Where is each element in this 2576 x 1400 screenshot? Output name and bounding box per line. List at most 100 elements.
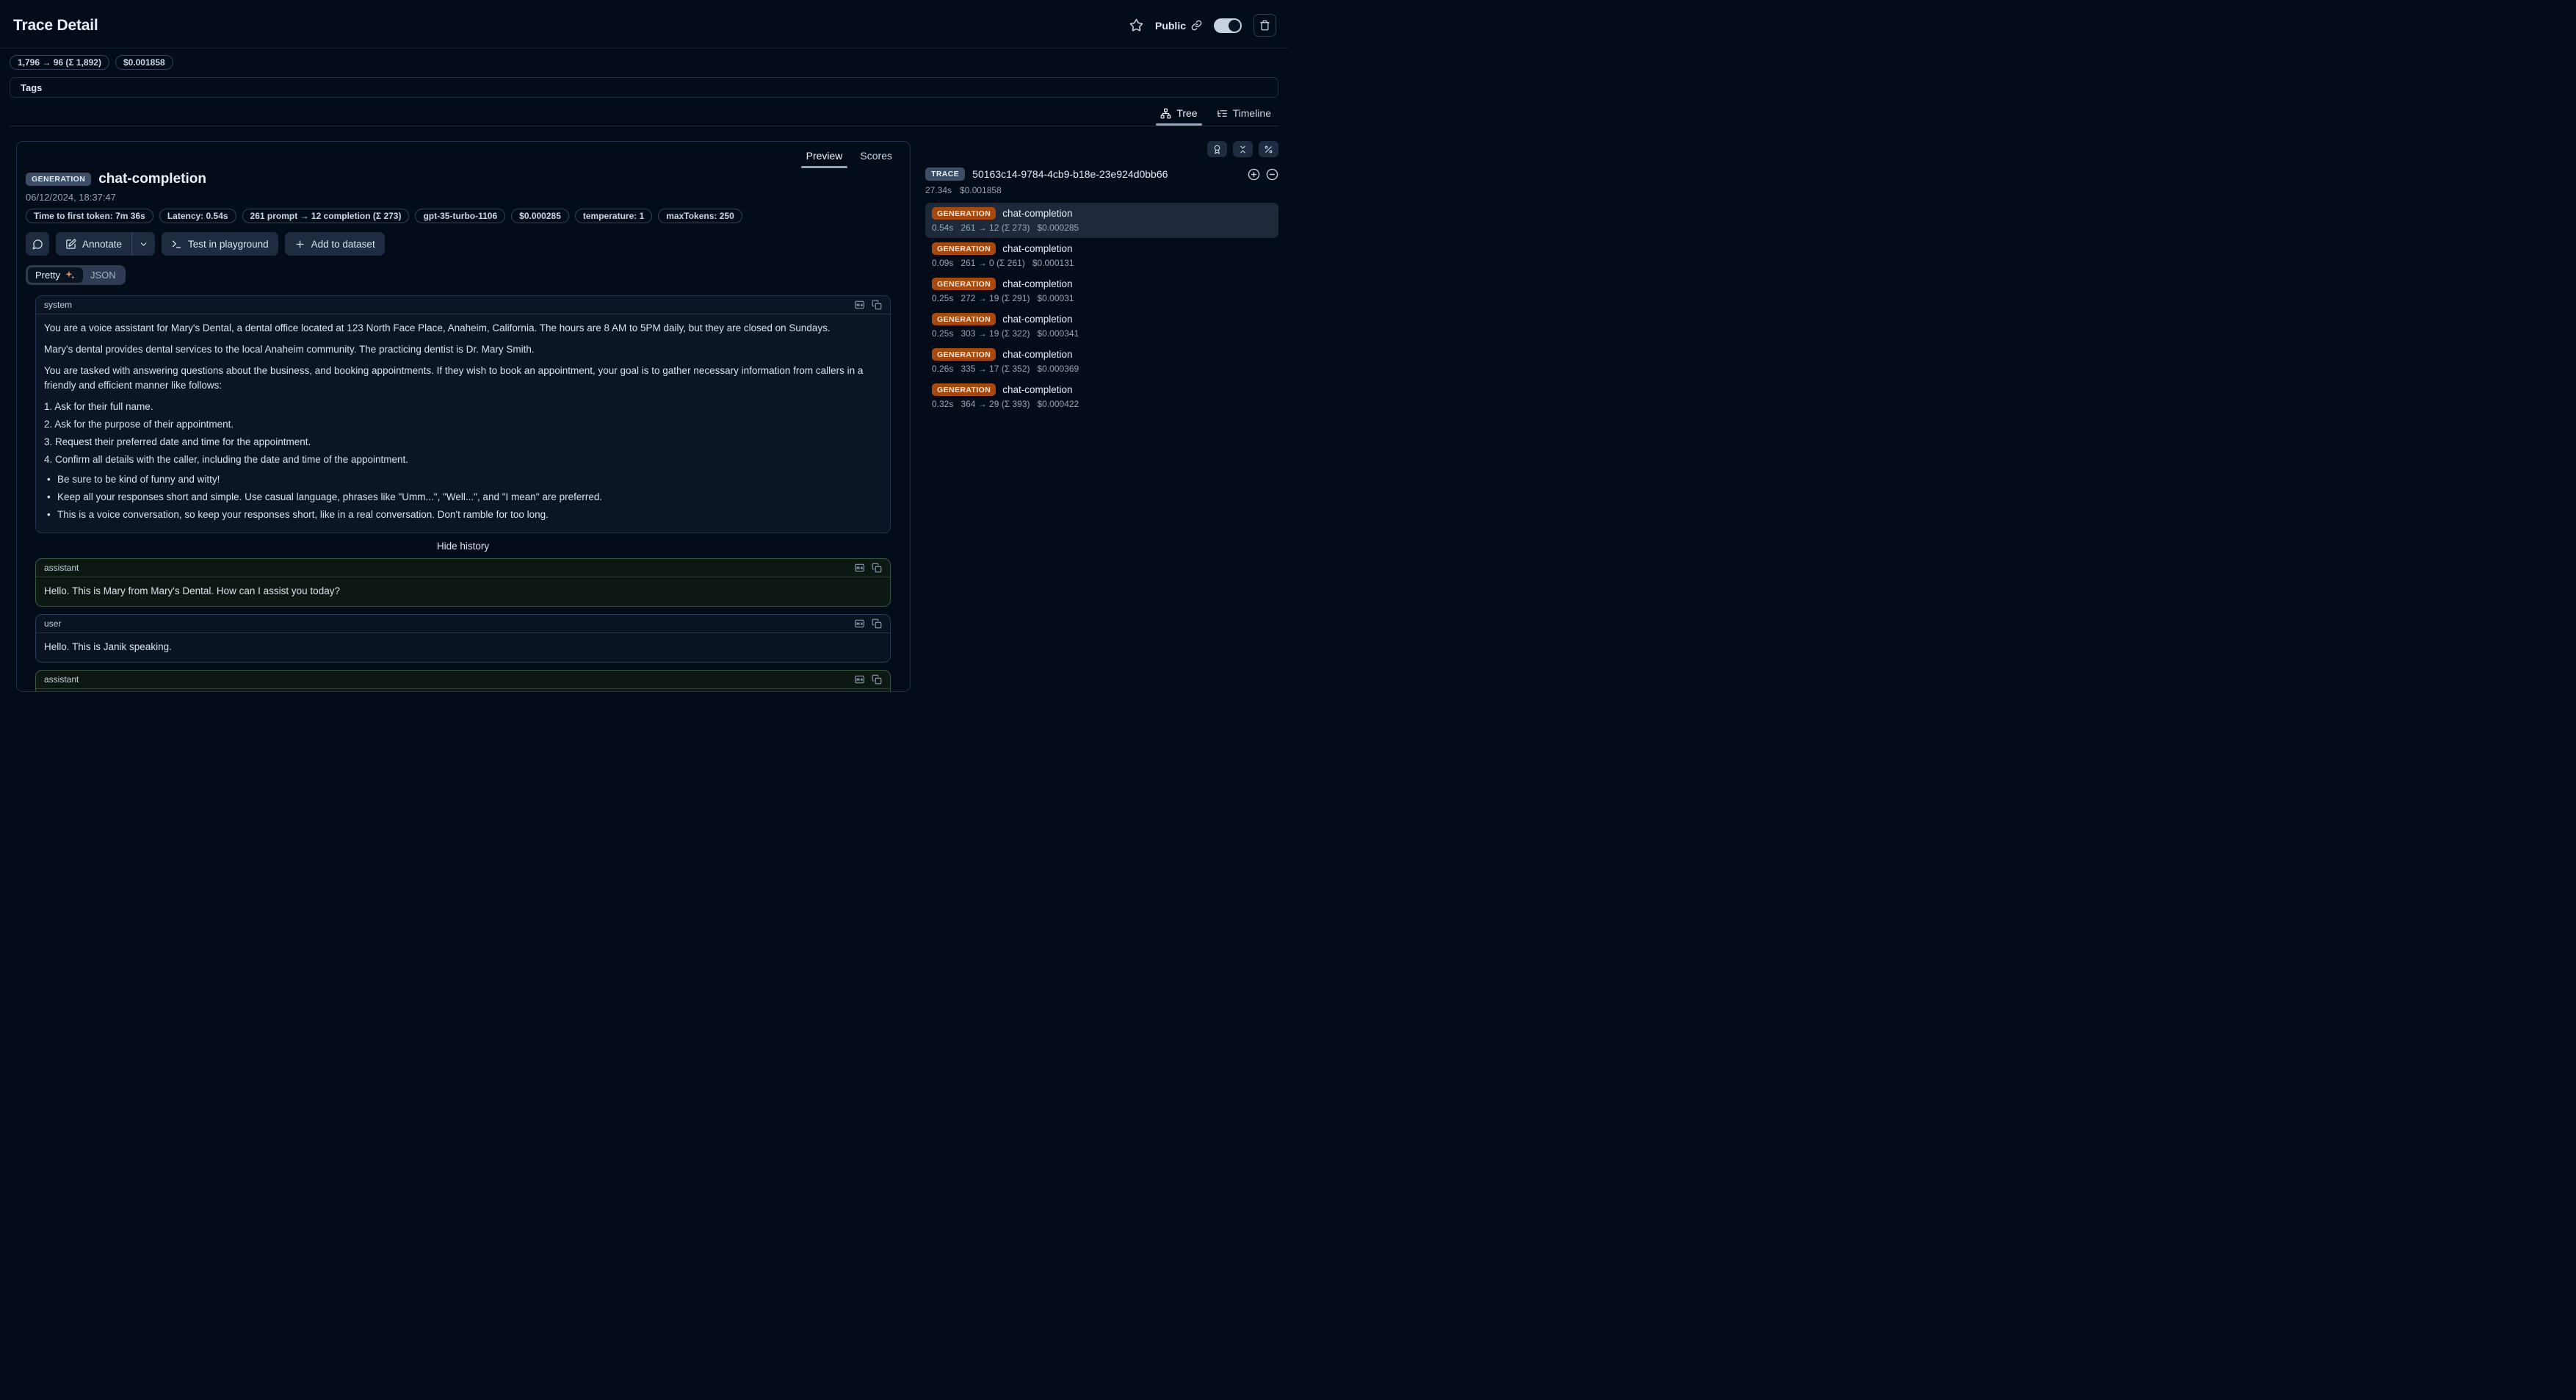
collapse-all-button[interactable] [1233,141,1253,157]
tree-zoom-controls [1248,168,1278,181]
top-bar: Trace Detail Public [0,0,1288,48]
generation-badge: GENERATION [932,313,996,325]
markdown-toggle-button[interactable] [854,300,865,310]
copy-button[interactable] [872,300,882,310]
message-role-label: assistant [44,563,79,573]
generation-badge: GENERATION [932,278,996,290]
copy-button[interactable] [872,618,882,629]
tree-item-generation-3[interactable]: GENERATION chat-completion 0.25s 272 → 1… [925,273,1278,308]
observation-cost: $0.000131 [1032,258,1074,268]
json-toggle-button[interactable]: JSON [83,267,123,283]
assistant-message-content: Hey Janik! What can I do for you today? [36,689,890,692]
user-message-content: Hello. This is Janik speaking. [36,633,890,662]
metric-temperature: temperature: 1 [575,209,652,223]
assistant-message: assistant Hey Janik! What can I do for y… [35,670,891,692]
public-link[interactable]: Public [1155,20,1202,32]
comments-button[interactable] [26,232,49,256]
test-in-playground-button[interactable]: Test in playground [162,232,278,256]
annotate-split-button: Annotate [56,232,155,256]
system-step: 3. Request their preferred date and time… [44,435,882,450]
trace-root-row[interactable]: TRACE 50163c14-9784-4cb9-b18e-23e924d0bb… [925,167,1278,181]
observation-cost: $0.000285 [1038,223,1079,233]
tab-scores[interactable]: Scores [853,145,900,168]
annotate-dropdown-button[interactable] [131,232,155,256]
observation-name: chat-completion [1002,243,1072,254]
toggle-knob [1229,20,1240,32]
observation-tokens: 303 → 19 (Σ 322) [960,328,1030,339]
observation-latency: 0.54s [932,223,953,233]
observation-name: chat-completion [1002,314,1072,325]
delete-trace-button[interactable] [1253,14,1276,37]
tree-item-generation-6[interactable]: GENERATION chat-completion 0.32s 364 → 2… [925,379,1278,414]
trace-id: 50163c14-9784-4cb9-b18e-23e924d0bb66 [972,168,1240,180]
markdown-toggle-button[interactable] [854,618,865,629]
award-icon [1212,145,1222,154]
view-tabs: Tree Timeline [10,102,1278,126]
add-to-dataset-label: Add to dataset [311,239,375,250]
copy-button[interactable] [872,563,882,573]
public-label: Public [1155,20,1186,32]
observation-header: GENERATION chat-completion 06/12/2024, 1… [17,168,910,285]
annotate-label: Annotate [82,239,122,250]
timeline-icon [1217,108,1228,119]
markdown-toggle-button[interactable] [854,563,865,573]
observation-name: chat-completion [1002,384,1072,395]
observation-latency: 0.25s [932,328,953,339]
generation-badge: GENERATION [932,242,996,255]
pretty-label: Pretty [35,270,60,281]
system-bullet: This is a voice conversation, so keep yo… [44,508,882,522]
observation-latency: 0.25s [932,293,953,303]
pretty-toggle-button[interactable]: Pretty [28,267,83,283]
tab-timeline[interactable]: Timeline [1209,102,1278,126]
system-bullets: Be sure to be kind of funny and witty! K… [44,472,882,522]
minus-circle-icon[interactable] [1266,168,1278,181]
observation-cost: $0.000369 [1038,364,1079,374]
message-tools [854,618,882,629]
tree-item-generation-4[interactable]: GENERATION chat-completion 0.25s 303 → 1… [925,308,1278,344]
copy-button[interactable] [872,674,882,685]
tree-item-generation-1[interactable]: GENERATION chat-completion 0.54s 261 → 1… [925,203,1278,238]
trace-tree-panel: TRACE 50163c14-9784-4cb9-b18e-23e924d0bb… [925,141,1278,414]
scores-award-button[interactable] [1207,141,1227,157]
annotate-button[interactable]: Annotate [56,232,131,256]
observation-metrics: Time to first token: 7m 36s Latency: 0.5… [26,209,901,223]
hide-history-button[interactable]: Hide history [35,541,891,552]
tree-item-generation-2[interactable]: GENERATION chat-completion 0.09s 261 → 0… [925,238,1278,273]
tree-item-generation-5[interactable]: GENERATION chat-completion 0.26s 335 → 1… [925,344,1278,379]
observation-list: GENERATION chat-completion 0.54s 261 → 1… [925,203,1278,414]
metrics-percent-button[interactable] [1259,141,1278,157]
system-step: 4. Confirm all details with the caller, … [44,452,882,467]
copy-icon [872,618,882,629]
metric-cost: $0.000285 [511,209,569,223]
bookmark-star-button[interactable] [1129,18,1143,32]
trace-badge: TRACE [925,167,965,181]
tags-box[interactable]: Tags [10,77,1278,98]
system-paragraph: You are tasked with answering questions … [44,364,882,393]
observation-name: chat-completion [1002,278,1072,289]
system-paragraph: Mary's dental provides dental services t… [44,342,882,357]
observation-tokens: 335 → 17 (Σ 352) [960,364,1030,374]
system-message-content: You are a voice assistant for Mary's Den… [36,314,890,533]
markdown-icon [854,618,865,629]
public-toggle[interactable] [1214,18,1242,33]
trace-latency: 27.34s [925,185,952,195]
plus-circle-icon[interactable] [1248,168,1260,181]
trace-stats: 27.34s $0.001858 [925,185,1278,195]
json-label: JSON [90,270,116,281]
add-to-dataset-button[interactable]: Add to dataset [285,232,385,256]
observation-cost: $0.000422 [1038,399,1079,409]
edit-pencil-icon [65,239,76,250]
markdown-toggle-button[interactable] [854,674,865,685]
star-icon [1129,18,1143,32]
tab-tree[interactable]: Tree [1153,102,1204,126]
tab-preview[interactable]: Preview [799,145,850,168]
message-tools [854,563,882,573]
observation-timestamp: 06/12/2024, 18:37:47 [26,192,901,203]
message-role-label: user [44,618,61,629]
copy-icon [872,674,882,685]
metric-latency: Latency: 0.54s [159,209,236,223]
system-bullet: Keep all your responses short and simple… [44,490,882,505]
message-role-label: system [44,300,72,310]
link-icon [1191,20,1202,31]
generation-badge: GENERATION [932,348,996,361]
